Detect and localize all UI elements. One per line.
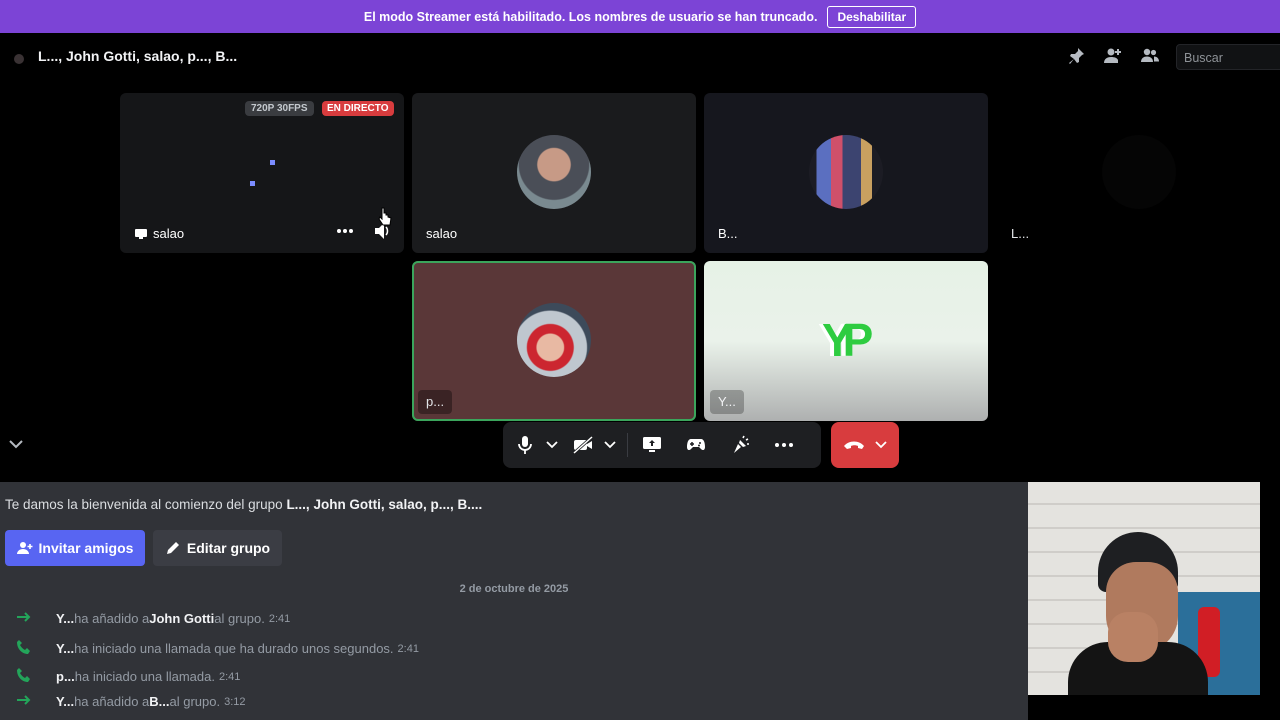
- camera-button[interactable]: [567, 429, 599, 461]
- message-text: ha añadido a: [74, 611, 150, 626]
- mic-icon: [518, 436, 532, 454]
- group-avatar: [14, 54, 24, 64]
- date-divider: 2 de octubre de 2025: [459, 583, 569, 595]
- mute-button[interactable]: [509, 429, 541, 461]
- chevron-down-icon[interactable]: [545, 440, 559, 450]
- tile-label: Y...: [710, 390, 744, 414]
- participant-tile[interactable]: B...: [704, 93, 988, 253]
- message-target[interactable]: B...: [149, 694, 169, 709]
- add-friend-icon: [16, 542, 33, 554]
- avatar: [1102, 135, 1176, 209]
- yp-logo: YP: [822, 314, 873, 366]
- avatar: [517, 135, 591, 209]
- avatar: [809, 135, 883, 209]
- pencil-icon: [166, 542, 179, 554]
- screen-share-button[interactable]: [636, 429, 668, 461]
- disconnect-button[interactable]: [831, 422, 899, 468]
- streamer-mode-banner: El modo Streamer está habilitado. Los no…: [0, 0, 1280, 33]
- message-time: 2:41: [268, 612, 291, 625]
- add-friend-icon[interactable]: [1103, 46, 1123, 66]
- phone-icon: [17, 640, 30, 654]
- welcome-prefix: Te damos la bienvenida al comienzo del g…: [5, 497, 287, 512]
- chevron-down-icon[interactable]: [875, 441, 887, 449]
- message-text: ha iniciado una llamada que ha durado un…: [74, 641, 394, 656]
- message-time: 2:41: [219, 670, 241, 683]
- tile-label: B...: [718, 226, 738, 241]
- invite-friends-button[interactable]: Invitar amigos: [5, 530, 145, 566]
- activity-icon: [687, 439, 705, 451]
- hand: [1108, 612, 1158, 662]
- system-message: p... ha iniciado una llamada. 2:41: [16, 667, 240, 686]
- members-icon[interactable]: [1140, 46, 1160, 66]
- mouse-cursor-icon: [378, 207, 392, 226]
- group-title: L..., John Gotti, salao, p..., B...: [38, 48, 238, 64]
- message-suffix: al grupo.: [214, 611, 265, 626]
- chevron-down-icon[interactable]: [8, 438, 24, 450]
- message-time: 2:41: [397, 642, 419, 655]
- search-input[interactable]: Buscar: [1176, 44, 1280, 70]
- soundboard-icon: [734, 435, 749, 453]
- avatar: [517, 303, 591, 377]
- soundboard-button[interactable]: [724, 429, 756, 461]
- more-options-button[interactable]: [768, 429, 800, 461]
- message-user[interactable]: Y...: [56, 694, 74, 709]
- message-time: 3:12: [224, 695, 246, 708]
- divider: [627, 433, 628, 457]
- participant-tile[interactable]: YP Y...: [704, 261, 988, 421]
- chat-header-clipped: [0, 474, 360, 482]
- message-user[interactable]: Y...: [56, 641, 74, 656]
- participant-tile[interactable]: L...: [997, 93, 1280, 253]
- phone-icon: [17, 668, 30, 682]
- more-icon: [775, 443, 793, 447]
- screen-share-icon: [643, 437, 661, 452]
- chevron-down-icon[interactable]: [603, 440, 617, 450]
- pin-icon[interactable]: [1066, 46, 1086, 66]
- live-badge: EN DIRECTO: [322, 101, 394, 116]
- stream-pixel: [270, 160, 275, 165]
- hangup-icon: [844, 441, 864, 449]
- quality-badge: 720P 30FPS: [245, 101, 314, 116]
- activity-button[interactable]: [680, 429, 712, 461]
- message-user[interactable]: Y...: [56, 611, 74, 626]
- tile-label: salao: [426, 226, 458, 241]
- system-message: Y... ha añadido a B... al grupo. 3:12: [16, 694, 246, 709]
- call-controls: [503, 422, 821, 468]
- participant-tile-speaking[interactable]: p...: [412, 261, 696, 421]
- system-message: Y... ha iniciado una llamada que ha dura…: [16, 639, 419, 658]
- message-target[interactable]: John Gotti: [149, 611, 214, 626]
- welcome-group-name: L..., John Gotti, salao, p..., B....: [286, 497, 483, 512]
- edit-group-button[interactable]: Editar grupo: [153, 530, 282, 566]
- stream-pixel: [250, 181, 255, 186]
- message-user[interactable]: p...: [56, 669, 75, 684]
- system-message: Y... ha añadido a John Gotti al grupo. 2:…: [16, 611, 290, 626]
- tile-label: L...: [1011, 226, 1030, 241]
- tile-name: salao: [153, 226, 185, 241]
- arrow-right-icon: [17, 695, 31, 705]
- screen-icon: [135, 229, 147, 239]
- banner-message: El modo Streamer está habilitado. Los no…: [363, 9, 818, 24]
- invite-label: Invitar amigos: [38, 540, 134, 556]
- message-text: ha añadido a: [74, 694, 150, 709]
- camera-off-icon: [573, 436, 593, 454]
- tile-label: p...: [418, 390, 453, 414]
- message-text: ha iniciado una llamada.: [74, 669, 215, 684]
- disable-streamer-button[interactable]: Deshabilitar: [827, 5, 917, 28]
- more-icon[interactable]: [334, 223, 356, 239]
- arrow-right-icon: [17, 612, 31, 622]
- tile-label: salao: [126, 222, 192, 246]
- participant-tile[interactable]: salao: [412, 93, 696, 253]
- stream-tile[interactable]: 720P 30FPS EN DIRECTO salao: [120, 93, 404, 253]
- edit-label: Editar grupo: [186, 540, 271, 556]
- streamer-webcam: [1028, 482, 1260, 695]
- message-suffix: al grupo.: [169, 694, 221, 709]
- welcome-text: Te damos la bienvenida al comienzo del g…: [5, 497, 482, 512]
